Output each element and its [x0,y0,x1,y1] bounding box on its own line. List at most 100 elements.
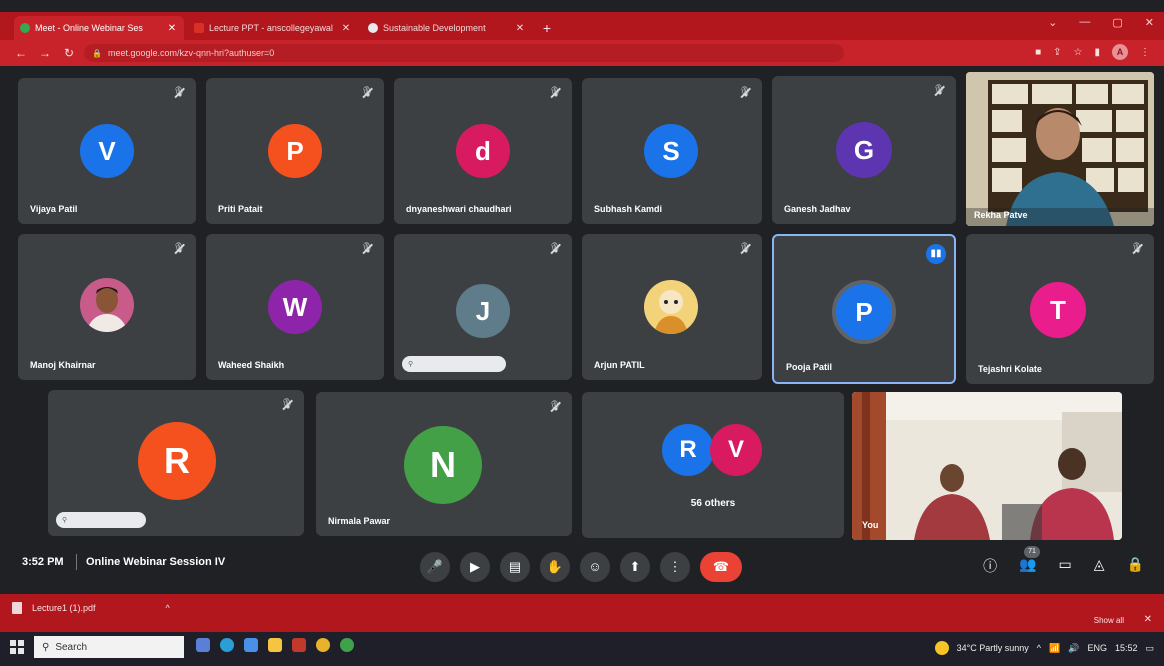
camera-icon[interactable]: ■ [1035,47,1041,58]
search-icon: ⚲ [42,641,50,653]
participant-tile[interactable]: 🎙 Manoj Khairnar [18,234,196,380]
reload-icon[interactable]: ↻ [60,46,78,60]
back-arrow-icon[interactable]: ← [12,46,30,60]
notification-icon[interactable]: ▭ [1145,643,1154,654]
maximize-icon[interactable]: ▢ [1112,16,1122,29]
edge-icon[interactable] [220,638,234,652]
tab-meet[interactable]: Meet - Online Webinar Ses ✕ [14,16,184,40]
url-text: meet.google.com/kzv-qnn-hri?authuser=0 [107,48,275,58]
star-icon[interactable]: ☆ [1074,47,1083,58]
close-tab-icon[interactable]: ✕ [514,23,526,34]
host-controls-icon[interactable]: 🔒 [1127,556,1144,576]
avatar: T [1030,282,1086,338]
more-options-icon[interactable]: ⋮ [660,552,690,582]
participant-tile[interactable]: 🎙 T Tejashri Kolate [966,234,1154,384]
avatar: W [268,280,322,334]
profile-avatar[interactable]: A [1112,44,1128,60]
avatar: V [710,424,762,476]
minimize-icon[interactable]: — [1079,16,1090,29]
chrome-active-icon[interactable] [340,638,354,652]
participant-tile[interactable]: 🎙 N Nirmala Pawar [316,392,572,536]
taskbar-search[interactable]: ⚲ Search [34,636,184,658]
emoji-reaction-icon[interactable]: ☺ [580,552,610,582]
browser-toolbar: ← → ↻ 🔒 meet.google.com/kzv-qnn-hri?auth… [0,40,1164,66]
participant-tile[interactable]: 🎙 Arjun PATIL [582,234,762,380]
word-icon[interactable] [292,638,306,652]
new-tab-button[interactable]: + [536,16,558,40]
tab-title: Meet - Online Webinar Ses [35,23,143,33]
others-tile[interactable]: R V 56 others [582,392,844,538]
more-menu-icon[interactable]: ⋮ [1140,47,1150,58]
meeting-time: 3:52 PM [22,556,64,568]
globe-favicon [368,23,378,33]
tab-title: Lecture PPT - anscollegeyawal [209,23,333,33]
participant-tile[interactable]: 🎙 G Ganesh Jadhav [772,76,956,224]
captions-icon[interactable]: ▤ [500,552,530,582]
avatar: J [456,284,510,338]
profile-photo-avatar [80,278,134,332]
volume-icon[interactable]: 🔊 [1068,643,1079,654]
file-explorer-icon[interactable] [268,638,282,652]
participant-tile[interactable]: 🎙 S Subhash Kamdi [582,78,762,224]
close-shelf-icon[interactable]: ✕ [1144,614,1152,625]
windows-start-icon[interactable] [10,640,24,654]
participant-tile[interactable]: 🎙 J ⚲ [394,234,572,380]
participant-tile-active-speaker[interactable]: ▮▮ P Pooja Patil [772,234,956,384]
chat-icon[interactable]: ▭ [1059,556,1072,576]
forward-arrow-icon[interactable]: → [36,46,54,60]
download-filename: Lecture1 (1).pdf [32,603,96,613]
info-icon[interactable]: ⓘ [983,556,997,576]
close-tab-icon[interactable]: ✕ [166,23,178,34]
tab-sustainable-development[interactable]: Sustainable Development ✕ [362,16,532,40]
end-call-button[interactable]: ☎ [700,552,742,582]
participant-video-tile[interactable]: Rekha Patve [966,72,1154,226]
store-icon[interactable] [244,638,258,652]
language-indicator[interactable]: ENG [1087,643,1107,653]
chevron-up-icon[interactable]: ^ [166,603,170,613]
avatar: R [662,424,714,476]
taskbar-apps [196,638,354,652]
share-icon[interactable]: ⇪ [1053,47,1061,58]
camera-icon[interactable]: ▶ [460,552,490,582]
mic-off-icon: 🎙 [738,87,752,98]
participant-tile[interactable]: 🎙 P Priti Patait [206,78,384,224]
weather-text[interactable]: 34°C Partly sunny [957,643,1029,653]
microphone-icon[interactable]: 🎤 [420,552,450,582]
participant-name: Waheed Shaikh [218,360,285,370]
close-tab-icon[interactable]: ✕ [340,23,352,34]
tab-lecture-ppt[interactable]: Lecture PPT - anscollegeyawal ✕ [188,16,358,40]
lock-icon: 🔒 [92,48,102,58]
avatar: V [80,124,134,178]
window-controls: ⌄ — ▢ ✕ [1048,16,1154,29]
profile-photo-avatar [644,280,698,334]
activities-icon[interactable]: ◬ [1094,556,1105,576]
participant-name: Nirmala Pawar [328,516,391,526]
mic-off-icon: 🎙 [360,87,374,98]
task-view-icon[interactable] [196,638,210,652]
speaking-indicator-icon: ▮▮ [926,244,946,264]
participant-tile[interactable]: 🎙 R ⚲ [48,390,304,536]
chevron-up-icon[interactable]: ^ [1037,643,1041,653]
windows-taskbar: ⚲ Search 34°C Partly sunny ^ 📶 🔊 ENG 15:… [0,632,1164,666]
present-screen-icon[interactable]: ⬆ [620,552,650,582]
participant-name-pill: ⚲ [402,356,506,372]
people-icon[interactable]: 👥 [1019,556,1036,576]
show-all-button[interactable]: Show all [1094,616,1124,625]
participant-tile[interactable]: 🎙 W Waheed Shaikh [206,234,384,380]
raise-hand-icon[interactable]: ✋ [540,552,570,582]
address-bar[interactable]: 🔒 meet.google.com/kzv-qnn-hri?authuser=0 [84,44,844,62]
mic-off-icon: 🎙 [172,243,186,254]
meet-favicon [20,23,30,33]
participant-tile[interactable]: 🎙 V Vijaya Patil [18,78,196,224]
chevron-down-icon[interactable]: ⌄ [1048,16,1057,29]
participant-name: dnyaneshwari chaudhari [406,204,512,214]
close-window-icon[interactable]: ✕ [1145,16,1154,29]
participant-tile[interactable]: 🎙 d dnyaneshwari chaudhari [394,78,572,224]
chrome-icon[interactable] [316,638,330,652]
avatar: P [268,124,322,178]
taskbar-clock[interactable]: 15:52 [1115,643,1138,653]
download-item[interactable]: Lecture1 (1).pdf ^ [12,602,170,614]
self-video-tile[interactable]: You [852,392,1122,540]
sidebar-icon[interactable]: ▮ [1094,47,1100,58]
network-icon[interactable]: 📶 [1049,643,1060,654]
